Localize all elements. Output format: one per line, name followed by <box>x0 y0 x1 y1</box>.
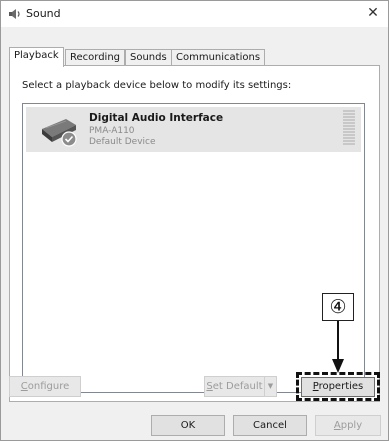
sound-dialog: Sound ✕ Playback Recording Sounds Commun… <box>0 0 389 441</box>
ok-button[interactable]: OK <box>151 415 225 436</box>
tab-playback[interactable]: Playback <box>9 47 64 67</box>
configure-button[interactable]: Configure <box>9 376 81 397</box>
instructions-text: Select a playback device below to modify… <box>22 80 292 91</box>
tab-recording[interactable]: Recording <box>65 49 126 66</box>
step-number-callout: ④ <box>322 293 354 321</box>
device-name: Digital Audio Interface <box>89 112 224 124</box>
device-status: Default Device <box>89 137 156 147</box>
device-list[interactable]: Digital Audio Interface PMA-A110 Default… <box>22 103 365 393</box>
list-item[interactable]: Digital Audio Interface PMA-A110 Default… <box>26 107 361 152</box>
close-icon[interactable]: ✕ <box>362 3 384 23</box>
dialog-body: Playback Recording Sounds Communications… <box>1 27 388 440</box>
default-checkmark-icon <box>61 131 77 147</box>
playback-panel: Select a playback device below to modify… <box>9 65 380 402</box>
cancel-button[interactable]: Cancel <box>233 415 307 436</box>
tab-communications[interactable]: Communications <box>171 49 266 66</box>
digital-audio-device-icon <box>40 115 78 147</box>
tab-sounds[interactable]: Sounds <box>125 49 172 66</box>
device-model: PMA-A110 <box>89 126 135 136</box>
window-title: Sound <box>26 7 61 20</box>
properties-highlight <box>296 372 380 401</box>
chevron-down-icon[interactable]: ▼ <box>264 376 277 397</box>
speaker-icon <box>8 8 22 20</box>
set-default-button[interactable]: Set Default <box>204 376 264 397</box>
down-arrow-icon <box>330 321 346 373</box>
volume-level-meter <box>343 110 355 148</box>
apply-button[interactable]: Apply <box>315 415 381 436</box>
title-bar[interactable]: Sound ✕ <box>1 1 388 27</box>
